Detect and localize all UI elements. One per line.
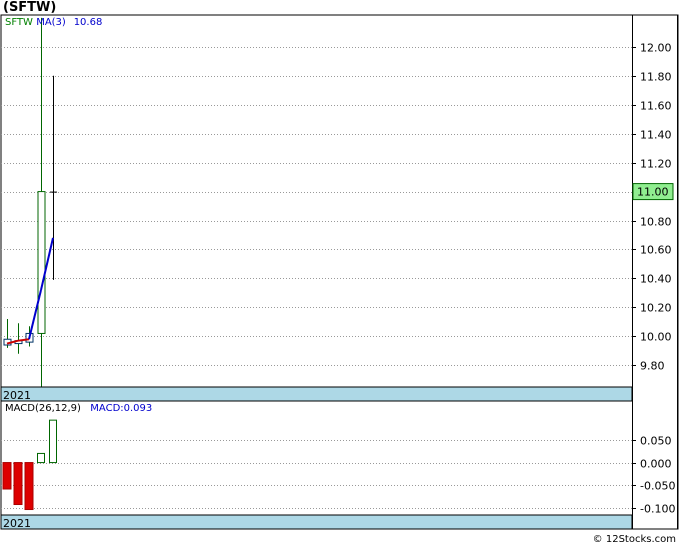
stock-chart: 9.80 10.00 10.20 10.40 10.60 10.80 11.00 11.20 1… [0, 14, 679, 530]
price-tick-label: 12.00 [640, 42, 672, 55]
price-year-label: 2021 [3, 389, 31, 402]
price-tick-label: 11.20 [640, 158, 672, 171]
price-tick-label: 10.80 [640, 216, 672, 229]
price-tick-label: 11.80 [640, 71, 672, 84]
macd-tick-label: 0.000 [640, 458, 672, 471]
price-tick-label: 10.60 [640, 244, 672, 257]
price-legend-item: SFTW [5, 17, 33, 28]
macd-legend-item: MACD:0.093 [90, 403, 152, 414]
macd-tick-label: 0.050 [640, 435, 672, 448]
price-tick-label: 11.40 [640, 129, 672, 142]
macd-bar-positive [37, 452, 45, 464]
price-tick-label: 11.60 [640, 100, 672, 113]
price-legend-item: 10.68 [74, 17, 103, 28]
macd-year-strip [0, 514, 633, 530]
price-legend-item: MA(3) [36, 17, 66, 28]
macd-year-label: 2021 [3, 517, 31, 530]
macd-bar-negative [2, 462, 12, 490]
macd-bar-positive [49, 419, 57, 464]
macd-tick-label: -0.100 [640, 503, 675, 516]
macd-bar-negative [24, 462, 34, 511]
last-price-label: 11.00 [637, 186, 669, 199]
price-tick-label: 9.80 [640, 360, 665, 373]
price-year-strip [0, 386, 633, 402]
macd-tick-label: -0.050 [640, 480, 675, 493]
candle-body-up [37, 191, 46, 334]
macd-bar-negative [13, 462, 23, 506]
price-tick-label: 10.00 [640, 331, 672, 344]
price-tick-label: 10.40 [640, 273, 672, 286]
price-tick-label: 10.20 [640, 302, 672, 315]
footer-credit: © 12Stocks.com [592, 534, 676, 545]
chart-frame [0, 14, 679, 530]
macd-legend-item: MACD(26,12,9) [5, 403, 81, 414]
